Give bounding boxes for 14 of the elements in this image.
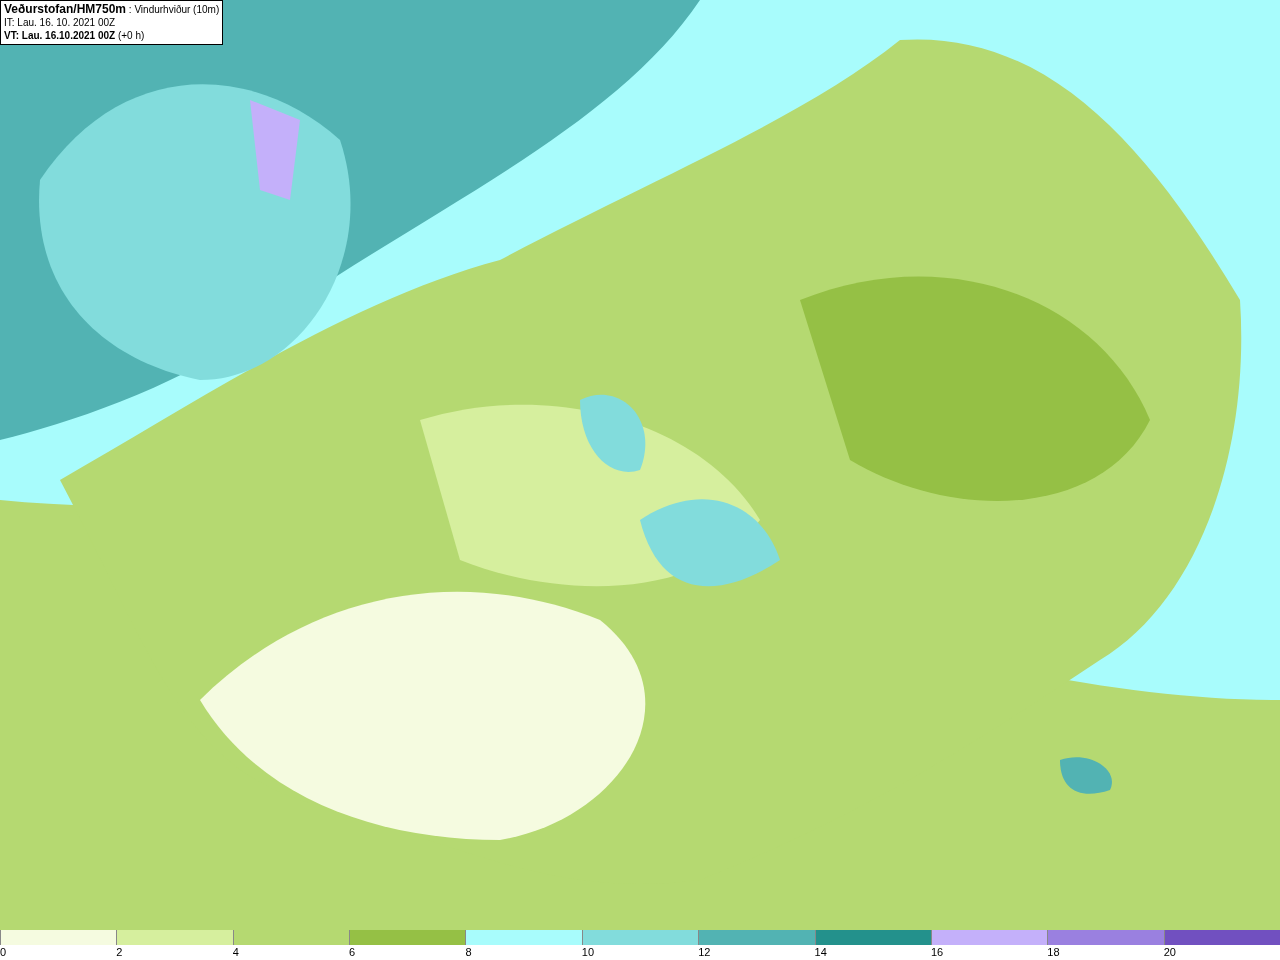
legend-tick: 16 [930,945,944,960]
legend-tick: 8 [465,945,472,960]
legend-tick: 2 [116,945,123,960]
map-caption: Veðurstofan/HM750m : Vindurhviður (10m) [4,3,220,16]
legend-tick: 12 [698,945,711,960]
legend-tick: 14 [814,945,827,960]
legend-tick: 6 [349,945,356,960]
legend-tick: 20 [1163,945,1176,960]
map-caption: VT: Lau. 16.10.2021 00Z (+0 h) [4,29,146,42]
legend-tick: 0 [0,945,7,960]
legend-tick: 10 [581,945,595,960]
legend-tick: 18 [1047,945,1060,960]
map-caption: IT: Lau. 16. 10. 2021 00Z [4,16,117,29]
legend-tick: 4 [232,945,239,960]
